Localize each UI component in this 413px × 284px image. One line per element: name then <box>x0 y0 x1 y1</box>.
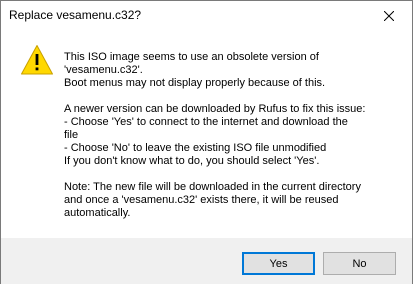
message-line: Note: The new file will be downloaded in… <box>64 181 361 193</box>
message-line: Boot menus may not display properly beca… <box>64 77 326 89</box>
warning-icon <box>21 45 53 75</box>
button-bar: Yes No <box>1 238 412 284</box>
message-line: A newer version can be downloaded by Ruf… <box>64 103 366 115</box>
close-button[interactable] <box>366 1 412 31</box>
no-button[interactable]: No <box>323 252 396 275</box>
message-line: 'vesamenu.c32'. <box>64 64 143 76</box>
message-line: file <box>64 129 79 141</box>
message-line: If you don't know what to do, you should… <box>64 155 320 167</box>
message-line: This ISO image seems to use an obsolete … <box>64 51 319 63</box>
message-line: and once a 'vesamenu.c32' exists there, … <box>64 194 339 206</box>
window-title: Replace vesamenu.c32? <box>9 8 142 22</box>
message-line: - Choose 'No' to leave the existing ISO … <box>64 142 327 154</box>
title-bar[interactable]: Replace vesamenu.c32? <box>1 1 412 31</box>
yes-button[interactable]: Yes <box>242 252 315 275</box>
dialog-message: This ISO image seems to use an obsolete … <box>64 51 404 220</box>
close-icon <box>384 11 394 21</box>
message-line: automatically. <box>64 207 131 219</box>
message-line: - Choose 'Yes' to connect to the interne… <box>64 116 348 128</box>
dialog-content: This ISO image seems to use an obsolete … <box>1 31 412 238</box>
dialog-window: Replace vesamenu.c32? This ISO image see… <box>0 0 413 284</box>
